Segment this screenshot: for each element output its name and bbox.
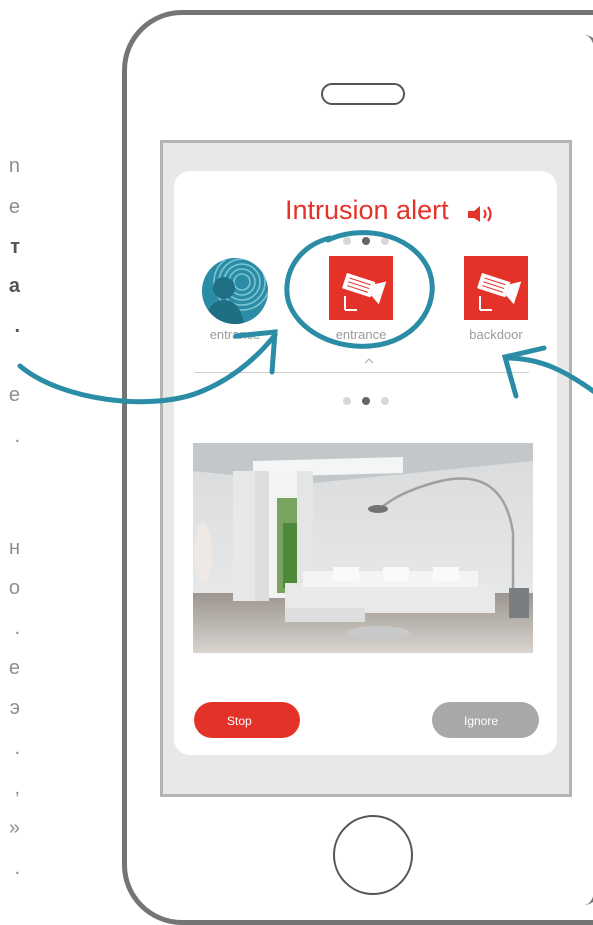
phone-speaker-slot xyxy=(321,83,405,105)
camera-pager-mid[interactable] xyxy=(343,397,389,405)
pager-dot[interactable] xyxy=(381,237,389,245)
clipped-text-char: . xyxy=(14,737,20,759)
stop-button[interactable]: Stop xyxy=(194,702,300,738)
security-camera-icon[interactable] xyxy=(329,256,393,320)
user-avatar-icon[interactable] xyxy=(202,258,268,324)
clipped-text-char: e xyxy=(8,657,20,679)
clipped-text-char: n xyxy=(8,155,20,177)
clipped-text-char: э xyxy=(9,697,20,719)
clipped-text-char: , xyxy=(14,777,20,799)
security-camera-icon[interactable] xyxy=(464,256,528,320)
clipped-text-char: н xyxy=(8,537,20,559)
clipped-side-text: n e т a. e. н о. e э.,». xyxy=(0,0,20,925)
clipped-text-char: e xyxy=(8,196,20,218)
clipped-text-char: . xyxy=(14,425,20,447)
camera-snapshot-image xyxy=(193,443,533,653)
clipped-text-char: a xyxy=(8,275,20,297)
divider xyxy=(194,372,529,373)
clipped-text-char: . xyxy=(14,315,20,337)
camera-label-entrance-avatar: entrance xyxy=(209,327,261,342)
camera-pager-top[interactable] xyxy=(343,237,389,245)
clipped-text-char: т xyxy=(10,236,20,258)
speaker-sound-icon xyxy=(468,206,492,222)
pager-dot[interactable] xyxy=(381,397,389,405)
clipped-text-char: » xyxy=(8,817,20,839)
camera-label-entrance: entrance xyxy=(335,327,387,342)
chevron-up-icon[interactable] xyxy=(362,355,376,365)
clipped-text-char: . xyxy=(14,857,20,879)
clipped-text-char: о xyxy=(8,577,20,599)
alert-title: Intrusion alert xyxy=(285,195,449,225)
clipped-text-char: e xyxy=(8,384,20,406)
ignore-button[interactable]: Ignore xyxy=(432,702,539,738)
pager-dot-active[interactable] xyxy=(362,397,370,405)
pager-dot-active[interactable] xyxy=(362,237,370,245)
clipped-text-char: . xyxy=(14,617,20,639)
home-button[interactable] xyxy=(333,815,413,895)
phone-frame-edge xyxy=(584,35,593,905)
pager-dot[interactable] xyxy=(343,397,351,405)
camera-label-backdoor: backdoor xyxy=(469,327,523,342)
pager-dot[interactable] xyxy=(343,237,351,245)
